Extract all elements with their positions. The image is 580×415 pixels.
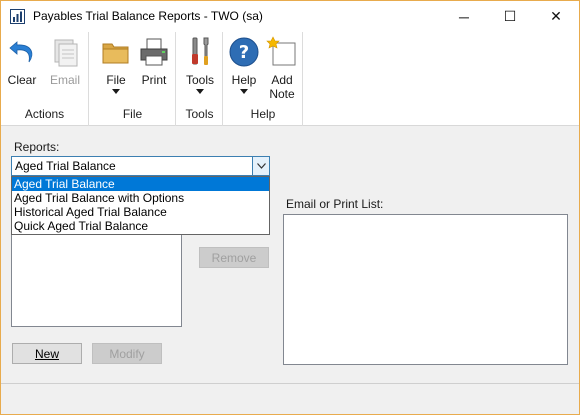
status-bar — [1, 383, 579, 414]
ribbon-group-label-file: File — [122, 107, 143, 121]
printer-icon — [140, 38, 168, 66]
minimize-button[interactable]: ─ — [441, 1, 487, 32]
title-bar: Payables Trial Balance Reports - TWO (sa… — [1, 1, 579, 32]
tools-icon — [192, 37, 209, 65]
print-button[interactable]: Print — [138, 36, 170, 87]
reports-dropdown-toggle[interactable] — [252, 157, 269, 175]
chevron-down-icon — [112, 89, 120, 94]
ribbon-group-label-tools: Tools — [185, 107, 214, 121]
tools-label: Tools — [185, 73, 214, 87]
help-icon: ? — [229, 37, 259, 67]
clear-button[interactable]: Clear — [7, 36, 37, 87]
reports-dropdown-list: Aged Trial Balance Aged Trial Balance wi… — [11, 176, 270, 235]
new-button[interactable]: New — [12, 343, 82, 364]
ribbon-group-help: ? Help Add Note Help — [224, 32, 303, 126]
chevron-down-icon — [240, 89, 248, 94]
add-note-label-line1: Add — [271, 73, 293, 87]
email-icon — [54, 39, 78, 67]
maximize-button[interactable]: ☐ — [487, 1, 533, 32]
help-label: Help — [231, 73, 257, 87]
close-button[interactable]: ✕ — [533, 1, 579, 32]
modify-button[interactable]: Modify — [92, 343, 162, 364]
dropdown-option[interactable]: Aged Trial Balance — [12, 177, 269, 191]
reports-label: Reports: — [14, 140, 60, 154]
remove-label: Remove — [211, 250, 257, 265]
ribbon-group-label-help: Help — [250, 107, 276, 121]
ribbon-group-tools: Tools Tools — [177, 32, 223, 126]
add-note-label-line2: Note — [269, 87, 295, 101]
add-note-button[interactable]: Add Note — [266, 36, 298, 101]
dropdown-option[interactable]: Quick Aged Trial Balance — [12, 219, 269, 233]
ribbon-group-file: File Print File — [90, 32, 176, 126]
ribbon-group-label-actions: Actions — [24, 107, 65, 121]
window-title: Payables Trial Balance Reports - TWO (sa… — [33, 9, 263, 23]
help-menu-button[interactable]: ? Help — [228, 36, 260, 94]
reports-dropdown-value: Aged Trial Balance — [15, 159, 116, 173]
clear-undo-icon — [9, 41, 33, 63]
print-label: Print — [141, 73, 167, 87]
new-label: New — [34, 346, 59, 361]
file-menu-button[interactable]: File — [100, 36, 132, 94]
app-window: Payables Trial Balance Reports - TWO (sa… — [0, 0, 580, 415]
ribbon-toolbar: Clear Email Actions File Print File Tool… — [1, 32, 579, 126]
main-content: Reports: Aged Trial Balance Aged Trial B… — [1, 127, 579, 383]
reports-dropdown[interactable]: Aged Trial Balance — [11, 156, 270, 176]
file-label: File — [106, 73, 126, 87]
email-button[interactable]: Email — [47, 36, 83, 87]
remove-button[interactable]: Remove — [199, 247, 269, 268]
ribbon-group-actions: Clear Email Actions — [1, 32, 89, 126]
email-print-list-label: Email or Print List: — [286, 197, 384, 211]
clear-label: Clear — [7, 73, 37, 87]
email-print-list[interactable] — [283, 214, 568, 365]
add-note-icon — [266, 36, 296, 66]
dropdown-option[interactable]: Historical Aged Trial Balance — [12, 205, 269, 219]
chevron-down-icon — [256, 163, 266, 169]
email-label: Email — [49, 73, 80, 87]
chevron-down-icon — [196, 89, 204, 94]
svg-text:?: ? — [239, 42, 249, 63]
app-chart-icon — [10, 9, 25, 24]
folder-icon — [102, 43, 129, 64]
tools-menu-button[interactable]: Tools — [183, 36, 217, 94]
modify-label: Modify — [109, 346, 145, 361]
dropdown-option[interactable]: Aged Trial Balance with Options — [12, 191, 269, 205]
